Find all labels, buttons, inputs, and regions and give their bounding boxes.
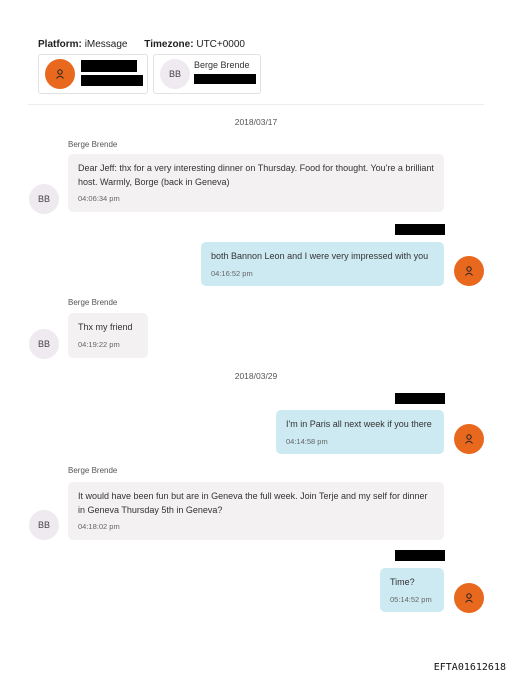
user-avatar-icon	[45, 59, 75, 89]
message-time: 05:14:52 pm	[390, 594, 432, 604]
message-time: 04:16:52 pm	[211, 268, 253, 278]
message-bubble-incoming[interactable]: Dear Jeff: thx for a very interesting di…	[68, 154, 444, 212]
date-separator: 2018/03/29	[234, 371, 278, 381]
message-time: 04:14:58 pm	[286, 436, 328, 446]
message-time: 04:18:02 pm	[78, 522, 120, 531]
message-text: Time?	[390, 577, 415, 587]
redacted-sender-bar	[395, 224, 445, 235]
redacted-sender-bar	[395, 550, 445, 561]
sender-avatar: BB	[29, 510, 59, 540]
user-avatar-icon	[454, 256, 484, 286]
message-text: Dear Jeff: thx for a very interesting di…	[78, 163, 434, 187]
redaction-bar	[194, 74, 256, 84]
sender-name: Berge Brende	[68, 140, 118, 149]
participant-name: Berge Brende	[194, 60, 250, 70]
message-time: 04:19:22 pm	[78, 339, 120, 349]
message-bubble-outgoing[interactable]: both Bannon Leon and I were very impress…	[201, 242, 444, 286]
message-bubble-outgoing[interactable]: Time? 05:14:52 pm	[380, 568, 444, 612]
header-divider	[28, 104, 484, 105]
document-id: EFTA01612618	[433, 662, 506, 673]
message-text: It would have been fun but are in Geneva…	[78, 491, 428, 515]
message-text: both Bannon Leon and I were very impress…	[211, 251, 429, 261]
message-text: Thx my friend	[78, 322, 133, 332]
user-avatar-icon	[454, 424, 484, 454]
participant-avatar: BB	[160, 59, 190, 89]
message-bubble-outgoing[interactable]: I'm in Paris all next week if you there …	[276, 410, 444, 454]
timezone-label: Timezone:	[144, 39, 194, 50]
message-text: I'm in Paris all next week if you there	[286, 419, 432, 429]
redaction-bar	[81, 60, 137, 72]
sender-name: Berge Brende	[68, 466, 118, 475]
redacted-sender-bar	[395, 393, 445, 404]
participant-card-berge-brende: BB Berge Brende	[153, 54, 261, 94]
message-bubble-incoming[interactable]: Thx my friend 04:19:22 pm	[68, 313, 148, 358]
message-bubble-incoming[interactable]: It would have been fun but are in Geneva…	[68, 482, 444, 540]
user-avatar-icon	[454, 583, 484, 613]
sender-name: Berge Brende	[68, 298, 118, 307]
date-separator: 2018/03/17	[234, 117, 278, 127]
redaction-bar	[81, 75, 143, 86]
platform-value: iMessage	[84, 39, 128, 50]
timezone-value: UTC+0000	[196, 39, 245, 50]
sender-avatar: BB	[29, 329, 59, 359]
sender-avatar: BB	[29, 184, 59, 214]
participant-card-redacted	[38, 54, 148, 94]
metadata-line: Platform: iMessage Timezone: UTC+0000	[38, 39, 245, 50]
platform-label: Platform:	[38, 39, 82, 50]
message-time: 04:06:34 pm	[78, 194, 120, 203]
